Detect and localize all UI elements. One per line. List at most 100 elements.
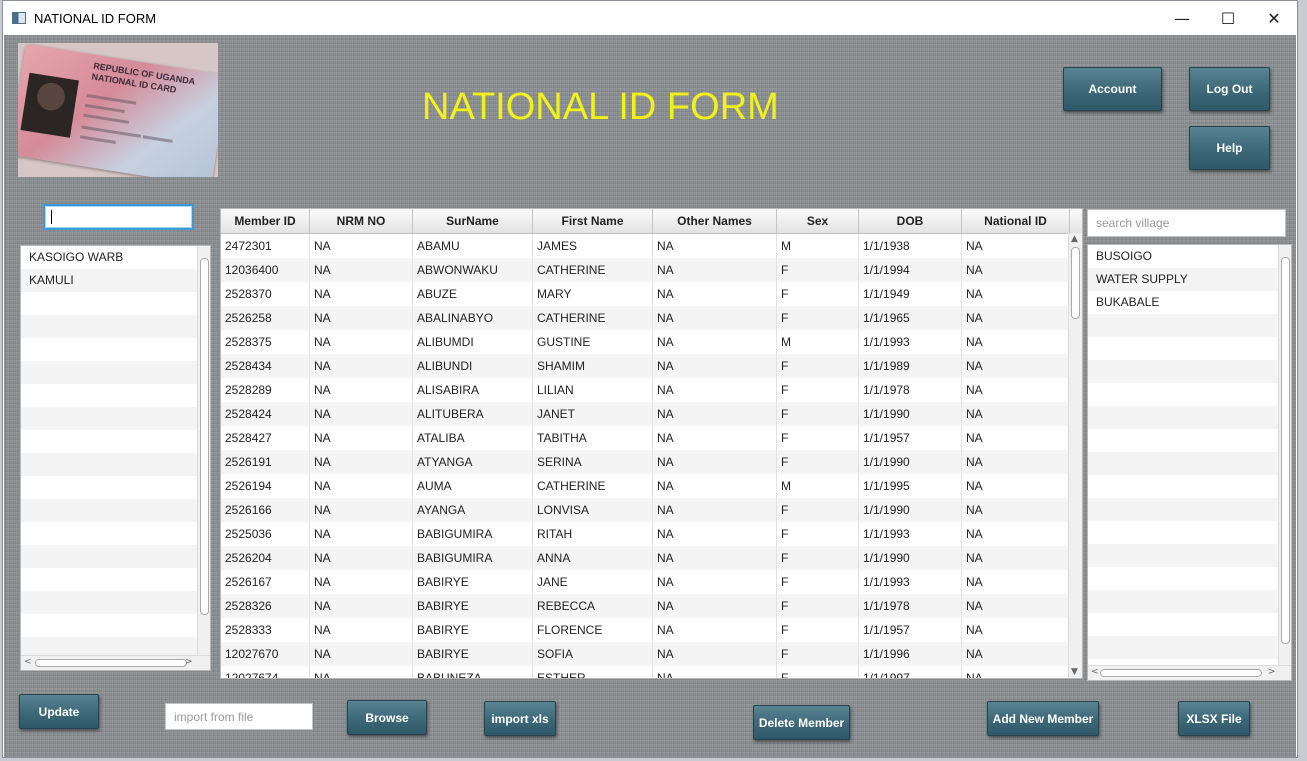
- table-cell[interactable]: F: [777, 306, 859, 330]
- table-cell[interactable]: NA: [653, 330, 777, 354]
- table-cell[interactable]: NA: [310, 258, 413, 282]
- table-cell[interactable]: NA: [310, 282, 413, 306]
- update-button[interactable]: Update: [19, 694, 99, 729]
- table-cell[interactable]: NA: [962, 570, 1070, 594]
- list-item[interactable]: KAMULI: [21, 269, 210, 292]
- table-cell[interactable]: F: [777, 546, 859, 570]
- table-cell[interactable]: LONVISA: [533, 498, 653, 522]
- table-cell[interactable]: NA: [310, 402, 413, 426]
- table-cell[interactable]: 2528427: [221, 426, 310, 450]
- table-cell[interactable]: 1/1/1993: [859, 570, 962, 594]
- table-row[interactable]: 2528434 NA ALIBUNDI SHAMIM NA F 1/1/1989 NA: [221, 354, 1082, 378]
- table-cell[interactable]: NA: [962, 378, 1070, 402]
- table-cell[interactable]: NA: [962, 282, 1070, 306]
- table-row[interactable]: 2526204 NA BABIGUMIRA ANNA NA F 1/1/1990 NA: [221, 546, 1082, 570]
- table-cell[interactable]: NA: [653, 282, 777, 306]
- table-cell[interactable]: 2526166: [221, 498, 310, 522]
- district-search-input[interactable]: [43, 204, 194, 230]
- table-row[interactable]: 12027670 NA BABIRYE SOFIA NA F 1/1/1996 NA: [221, 642, 1082, 666]
- scrollbar-thumb[interactable]: [35, 659, 187, 667]
- table-cell[interactable]: 2528289: [221, 378, 310, 402]
- table-cell[interactable]: NA: [962, 306, 1070, 330]
- table-cell[interactable]: NA: [653, 378, 777, 402]
- xlsx-file-button[interactable]: XLSX File: [1178, 701, 1250, 736]
- scrollbar-thumb[interactable]: [1100, 669, 1262, 677]
- members-table[interactable]: Member ID NRM NO SurName First Name Othe…: [220, 208, 1083, 679]
- table-cell[interactable]: F: [777, 402, 859, 426]
- column-header-national-id[interactable]: National ID: [962, 209, 1070, 233]
- column-header-first-name[interactable]: First Name: [533, 209, 653, 233]
- table-cell[interactable]: F: [777, 498, 859, 522]
- table-row[interactable]: 2526166 NA AYANGA LONVISA NA F 1/1/1990 NA: [221, 498, 1082, 522]
- table-cell[interactable]: BABIGUMIRA: [413, 546, 533, 570]
- scrollbar-thumb[interactable]: [1071, 247, 1080, 319]
- table-cell[interactable]: 2526167: [221, 570, 310, 594]
- table-cell[interactable]: 2525036: [221, 522, 310, 546]
- table-cell[interactable]: NA: [310, 234, 413, 258]
- table-cell[interactable]: NA: [310, 618, 413, 642]
- table-row[interactable]: 2526258 NA ABALINABYO CATHERINE NA F 1/1/1965 N…: [221, 306, 1082, 330]
- table-cell[interactable]: BABIRYE: [413, 594, 533, 618]
- column-header-dob[interactable]: DOB: [859, 209, 962, 233]
- table-cell[interactable]: NA: [653, 546, 777, 570]
- table-cell[interactable]: 1/1/1957: [859, 618, 962, 642]
- table-cell[interactable]: NA: [962, 426, 1070, 450]
- table-cell[interactable]: NA: [310, 354, 413, 378]
- table-row[interactable]: 2528289 NA ALISABIRA LILIAN NA F 1/1/1978 NA: [221, 378, 1082, 402]
- table-cell[interactable]: NA: [962, 402, 1070, 426]
- table-cell[interactable]: NA: [653, 402, 777, 426]
- table-cell[interactable]: ALIBUMDI: [413, 330, 533, 354]
- table-row[interactable]: 2526194 NA AUMA CATHERINE NA M 1/1/1995 NA: [221, 474, 1082, 498]
- table-cell[interactable]: 1/1/1993: [859, 522, 962, 546]
- table-cell[interactable]: BABIRYE: [413, 570, 533, 594]
- table-cell[interactable]: ABALINABYO: [413, 306, 533, 330]
- column-header-other-names[interactable]: Other Names: [653, 209, 777, 233]
- table-cell[interactable]: 2526204: [221, 546, 310, 570]
- table-cell[interactable]: 1/1/1995: [859, 474, 962, 498]
- table-cell[interactable]: SHAMIM: [533, 354, 653, 378]
- table-cell[interactable]: ABUZE: [413, 282, 533, 306]
- column-header-member-id[interactable]: Member ID: [221, 209, 310, 233]
- table-cell[interactable]: NA: [310, 378, 413, 402]
- scroll-left-icon[interactable]: <: [1091, 667, 1099, 677]
- minimize-button[interactable]: —: [1159, 1, 1205, 35]
- village-list[interactable]: BUSOIGO WATER SUPPLY BUKABALE < >: [1087, 244, 1292, 681]
- table-cell[interactable]: ABAMU: [413, 234, 533, 258]
- table-cell[interactable]: NA: [962, 642, 1070, 666]
- table-cell[interactable]: NA: [653, 306, 777, 330]
- table-cell[interactable]: 1/1/1949: [859, 282, 962, 306]
- table-cell[interactable]: RITAH: [533, 522, 653, 546]
- table-cell[interactable]: ATYANGA: [413, 450, 533, 474]
- table-cell[interactable]: 2528434: [221, 354, 310, 378]
- table-cell[interactable]: 1/1/1990: [859, 402, 962, 426]
- table-cell[interactable]: NA: [962, 354, 1070, 378]
- browse-button[interactable]: Browse: [347, 700, 427, 735]
- table-cell[interactable]: 1/1/1957: [859, 426, 962, 450]
- maximize-button[interactable]: ☐: [1205, 1, 1251, 35]
- table-cell[interactable]: ALITUBERA: [413, 402, 533, 426]
- table-cell[interactable]: NA: [962, 474, 1070, 498]
- village-list-horizontal-scrollbar[interactable]: < >: [1088, 665, 1291, 680]
- table-cell[interactable]: FLORENCE: [533, 618, 653, 642]
- table-row[interactable]: 2528424 NA ALITUBERA JANET NA F 1/1/1990 NA: [221, 402, 1082, 426]
- table-cell[interactable]: JANET: [533, 402, 653, 426]
- table-vertical-scrollbar[interactable]: ▲ ▼: [1068, 233, 1082, 678]
- table-cell[interactable]: 1/1/1994: [859, 258, 962, 282]
- table-cell[interactable]: 1/1/1965: [859, 306, 962, 330]
- column-header-sex[interactable]: Sex: [777, 209, 859, 233]
- table-cell[interactable]: 2528333: [221, 618, 310, 642]
- table-cell[interactable]: CATHERINE: [533, 474, 653, 498]
- table-row[interactable]: 2472301 NA ABAMU JAMES NA M 1/1/1938 NA: [221, 234, 1082, 258]
- scrollbar-thumb[interactable]: [200, 258, 209, 615]
- table-cell[interactable]: 1/1/1978: [859, 594, 962, 618]
- table-cell[interactable]: NA: [962, 618, 1070, 642]
- table-row[interactable]: 2528370 NA ABUZE MARY NA F 1/1/1949 NA: [221, 282, 1082, 306]
- table-cell[interactable]: F: [777, 282, 859, 306]
- table-cell[interactable]: BABIRYE: [413, 618, 533, 642]
- import-xls-button[interactable]: import xls: [484, 701, 556, 736]
- add-new-member-button[interactable]: Add New Member: [987, 701, 1099, 736]
- table-cell[interactable]: NA: [310, 498, 413, 522]
- table-cell[interactable]: LILIAN: [533, 378, 653, 402]
- district-list-horizontal-scrollbar[interactable]: < >: [21, 655, 210, 670]
- scrollbar-thumb[interactable]: [1281, 257, 1290, 644]
